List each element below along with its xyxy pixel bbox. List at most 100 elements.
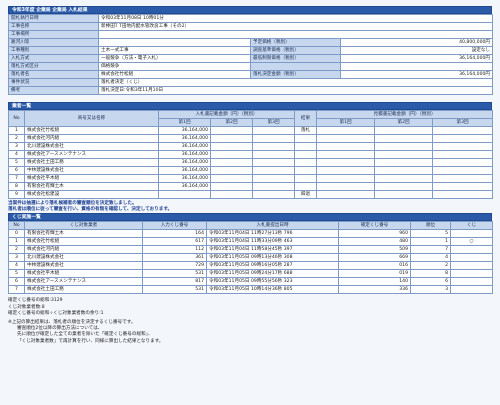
- submit-date: 令和03年11月05日 09時24分17秒 688: [206, 269, 339, 279]
- info-pair-row: 路河川等 予定価格（税別） 40,800,000円: [8, 38, 494, 47]
- bid-amount-round-1: 36,164,000: [158, 150, 211, 159]
- rank: 7: [410, 245, 451, 255]
- col-estimate-round-3: 第3回: [432, 118, 494, 127]
- input-number: 531: [142, 285, 207, 295]
- page: 令和3年度 企業局 企業局 入札結果 開札執行日時 令和03年11月08日 10…: [8, 6, 494, 345]
- bid-result: 落札: [294, 126, 318, 135]
- bid-result: [294, 174, 318, 183]
- lottery-name: 北川建設株式会社: [24, 253, 143, 263]
- col-no: No: [8, 221, 25, 231]
- info-pair-row: 工事種別 土木一式工事 調査基準価格（税別） 設定なし: [8, 46, 494, 55]
- estimate-round-2: [374, 182, 434, 191]
- lottery-name: 中林建設株式会社: [24, 261, 143, 271]
- bidder-no: 5: [8, 158, 25, 167]
- bidder-no: 8: [8, 182, 25, 191]
- confirm-number: 960: [338, 229, 411, 239]
- bid-amount-round-3: [251, 126, 296, 135]
- lottery-row: 5 株式会社平木組 531 令和03年11月05日 09時24分17秒 688 019 8: [8, 269, 493, 279]
- summary-line: 確定くじ番号の総和÷くじ対象業者数の余り:1: [8, 310, 104, 316]
- lottery-notice: 当案件は抽選により落札候補者の審査順位を決定致しました。 落札者は順位に従って審…: [8, 201, 492, 213]
- input-number: 617: [142, 237, 207, 247]
- info-label: 予定価格（税別）: [250, 38, 341, 47]
- lottery-name: 株式会社河内組: [24, 245, 143, 255]
- bid-amount-round-2: [210, 166, 253, 175]
- lottery-name: 有限会社有輝土木: [24, 229, 143, 239]
- bidder-row: 7 株式会社平木組 36,164,000: [8, 174, 494, 183]
- lottery-row: 4 中林建設株式会社 729 令和03年11月05日 09時16分05秒 287 016…: [8, 261, 493, 271]
- col-confirm-number: 確定くじ番号: [338, 221, 411, 231]
- submit-date: 令和03年11月04日 11時27分13秒 796: [206, 229, 339, 239]
- bid-amount-round-2: [210, 174, 253, 183]
- lottery-row: 1 株式会社竹松組 617 令和03年11月04日 11時33分09秒 463 480 1…: [8, 237, 493, 247]
- bid-amount-round-1: 36,164,000: [158, 158, 211, 167]
- info-label: 備考: [8, 86, 99, 95]
- bidder-name: 有限会社有輝土木: [24, 182, 159, 191]
- info-value: 落札者決定（くじ）: [97, 78, 494, 87]
- lottery-table: No くじ対象業者 入力くじ番号 入札書提出日時 確定くじ番号 順位 くじ 0有…: [8, 221, 493, 295]
- submit-date: 令和03年11月04日 11時58分45秒 397: [206, 245, 339, 255]
- info-label: 工事名称: [8, 22, 99, 31]
- col-input-number: 入力くじ番号: [142, 221, 207, 231]
- info-table: 開札執行日時 令和03年11月08日 10時01分 工事名称 新棒田T T田地内…: [8, 14, 494, 95]
- lottery-row: 6 株式会社アースメンテナンス 817 令和03年11月05日 09時55分56秒 3…: [8, 277, 493, 287]
- estimate-round-3: [432, 126, 494, 135]
- rank: 3: [410, 285, 451, 295]
- estimate-round-1: [316, 150, 376, 159]
- lottery-no: 6: [8, 277, 25, 287]
- col-submit-date: 入札書提出日時: [206, 221, 339, 231]
- bidders-table: No 商号又は名称 入札書記載金額（円）（税別） 結果 見積書記載金額（円）（税…: [8, 110, 494, 199]
- info-row: 工事名称 新棒田T T田地内配水管改良工事（その2）: [8, 22, 494, 31]
- col-estimate-group: 見積書記載金額（円）（税別）: [316, 110, 494, 119]
- estimate-round-2: [374, 174, 434, 183]
- submit-date: 令和03年11月05日 09時13分46秒 308: [206, 253, 339, 263]
- estimate-round-1: [316, 174, 376, 183]
- info-label: 最低制限価格（税別）: [250, 54, 341, 63]
- confirm-number: 140: [338, 277, 411, 287]
- lottery-header: くじ実施一覧: [8, 213, 492, 222]
- bidder-row: 9 株式会社松建設 辞退: [8, 190, 494, 199]
- bidder-name: 株式会社平木組: [24, 174, 159, 183]
- info-value: 36,164,000円: [339, 70, 494, 79]
- col-estimate-round-2: 第2回: [374, 118, 434, 127]
- rank: 1: [410, 237, 451, 247]
- bidder-row: 1 株式会社竹松組 36,164,000 落札: [8, 126, 494, 135]
- bid-result: 辞退: [294, 190, 318, 199]
- confirm-number: 509: [338, 245, 411, 255]
- bid-amount-round-1: 36,164,000: [158, 142, 211, 151]
- info-value: 土木一式工事: [98, 46, 251, 55]
- bidder-name: 株式会社土田工務: [24, 158, 159, 167]
- bid-amount-round-3: [251, 134, 296, 143]
- info-header: 令和3年度 企業局 企業局 入札結果: [8, 6, 492, 14]
- info-value: [97, 30, 494, 39]
- bidder-name: 株式会社アースメンテナンス: [24, 150, 159, 159]
- win-mark: ○: [450, 237, 493, 247]
- lottery-no: 4: [8, 261, 25, 271]
- lottery-name: 株式会社竹松組: [24, 237, 143, 247]
- info-value: 株式会社竹松組: [98, 70, 251, 79]
- bid-amount-round-2: [210, 142, 253, 151]
- estimate-round-1: [316, 182, 376, 191]
- bidder-no: 7: [8, 174, 25, 183]
- win-mark: [450, 229, 493, 239]
- estimate-round-2: [374, 190, 434, 199]
- lottery-row: 7 株式会社土田工務 531 令和03年11月05日 10時14分36秒 805 336…: [8, 285, 493, 295]
- info-value: 36,164,000円: [339, 54, 494, 63]
- input-number: 729: [142, 261, 207, 271]
- info-label: 開札執行日時: [8, 14, 99, 23]
- lottery-no: 2: [8, 245, 25, 255]
- confirm-number: 019: [338, 269, 411, 279]
- bid-result: [294, 150, 318, 159]
- estimate-round-3: [432, 158, 494, 167]
- info-label: [250, 62, 341, 71]
- info-label: 工事場所: [8, 30, 99, 39]
- bid-result: [294, 166, 318, 175]
- estimate-round-1: [316, 158, 376, 167]
- input-number: 531: [142, 269, 207, 279]
- bidders-header: 業者一覧: [8, 102, 492, 110]
- col-lottery-name: くじ対象業者: [24, 221, 143, 231]
- bid-amount-round-1: 36,164,000: [158, 182, 211, 191]
- bid-result: [294, 134, 318, 143]
- bid-result: [294, 158, 318, 167]
- info-value: 落札決定日:令和3年11月10日: [97, 86, 494, 95]
- info-pair-row: 落札者名 株式会社竹松組 落札決定金額（税別） 36,164,000円: [8, 70, 494, 79]
